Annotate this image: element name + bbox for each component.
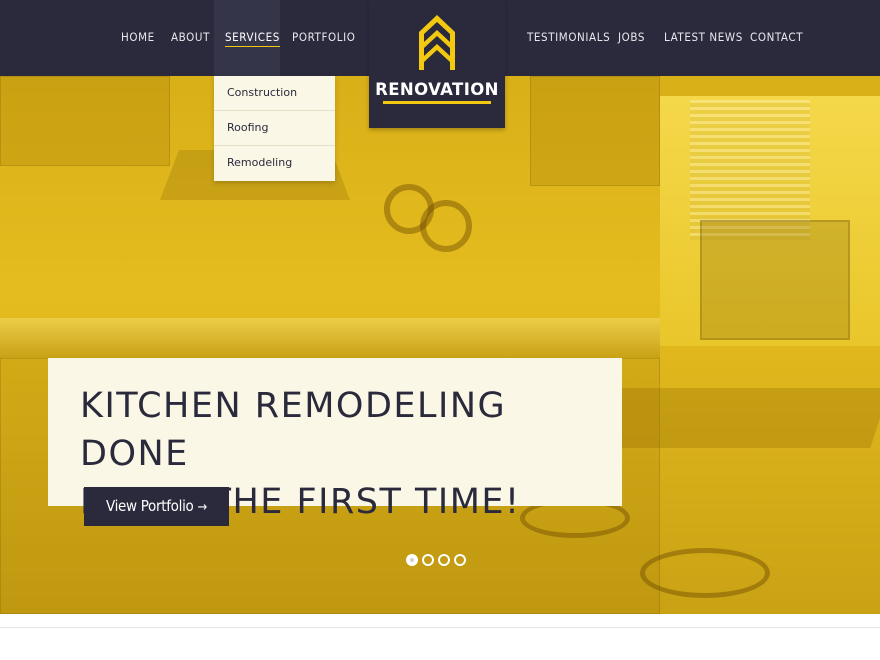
chevron-up-logo-icon xyxy=(419,15,455,70)
hero-caption-panel: KITCHEN REMODELING DONE RIGHT THE FIRST … xyxy=(48,358,622,522)
slider-dot-2[interactable] xyxy=(422,554,434,566)
stool-image xyxy=(640,548,770,598)
services-dropdown-menu: Construction Roofing Remodeling xyxy=(214,76,335,181)
nav-contact[interactable]: CONTACT xyxy=(750,30,803,44)
oven-image xyxy=(700,220,850,340)
section-divider xyxy=(0,627,880,628)
nav-testimonials[interactable]: TESTIMONIALS xyxy=(527,30,610,44)
slider-dot-1[interactable] xyxy=(406,554,418,566)
countertop-image xyxy=(0,318,660,358)
nav-services[interactable]: SERVICES xyxy=(225,30,280,47)
arrow-right-icon: → xyxy=(197,500,208,515)
upper-cabinet-image xyxy=(0,76,170,166)
hero-headline-line-1: KITCHEN REMODELING DONE xyxy=(80,386,507,474)
nav-home[interactable]: HOME xyxy=(121,30,155,44)
upper-cabinet-image xyxy=(530,76,660,186)
slider-dot-3[interactable] xyxy=(438,554,450,566)
window-blind-image xyxy=(690,100,810,240)
dropdown-item-construction[interactable]: Construction xyxy=(214,76,335,111)
nav-portfolio[interactable]: PORTFOLIO xyxy=(292,30,356,44)
nav-about[interactable]: ABOUT xyxy=(171,30,210,44)
hanging-pan-image xyxy=(420,200,472,252)
view-portfolio-button[interactable]: View Portfolio → xyxy=(84,487,229,526)
nav-jobs[interactable]: JOBS xyxy=(618,30,645,44)
view-portfolio-label: View Portfolio xyxy=(105,497,194,515)
site-logo[interactable]: RENOVATION xyxy=(369,0,505,128)
logo-underline xyxy=(383,101,491,104)
logo-text: RENOVATION xyxy=(375,80,499,99)
dropdown-item-remodeling[interactable]: Remodeling xyxy=(214,146,335,181)
nav-latest-news[interactable]: LATEST NEWS xyxy=(664,30,743,44)
slider-pagination xyxy=(406,554,470,568)
dropdown-item-roofing[interactable]: Roofing xyxy=(214,111,335,146)
slider-dot-4[interactable] xyxy=(454,554,466,566)
